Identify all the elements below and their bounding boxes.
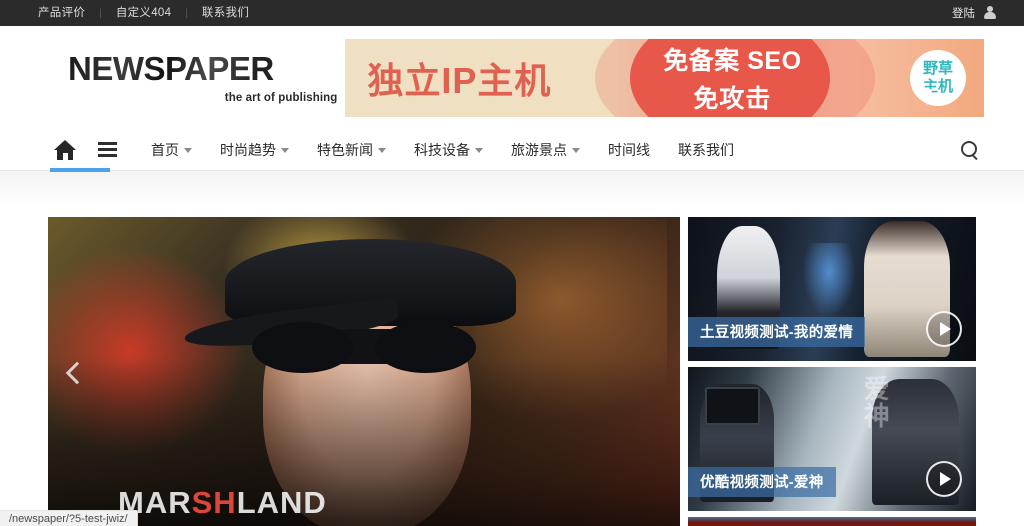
logo-tagline: the art of publishing [224,91,338,104]
play-icon[interactable] [926,461,962,497]
nav-label: 联系我们 [678,141,734,158]
hero-overlay-title: MARSHLAND [118,485,327,521]
banner-center-line2: 免攻击 [693,84,772,113]
browser-page: 产品评价 | 自定义404 | 联系我们 登陆 NEWSPAPER the ar… [0,0,1024,526]
hamburger-icon[interactable] [90,142,137,157]
card-title: 优酷视频测试-爱神 [688,467,836,497]
search-icon [961,141,978,158]
nav-label: 时间线 [608,141,650,158]
nav-item-featured-news[interactable]: 特色新闻 [303,129,400,171]
advertisement-banner[interactable]: 独立IP主机 免备案 SEO 免攻击 野草 主机 [345,38,984,117]
nav-item-home-page[interactable]: 首页 [137,129,206,171]
banner-center-line1: 免备案 SEO [663,46,802,75]
topbar-login-area[interactable]: 登陆 [952,5,996,21]
chevron-down-icon [378,147,386,153]
home-icon [54,139,76,160]
list-item[interactable]: 土豆视频测试-我的爱情 [688,217,976,361]
header-spacer [0,171,1024,217]
banner-brand-line1: 野草 [922,60,953,78]
chevron-down-icon [184,147,192,153]
list-item[interactable]: 爱神 优酷视频测试-爱神 [688,367,976,511]
topbar-link-custom-404[interactable]: 自定义404 [102,0,186,26]
main-navigation: 首页 时尚趋势 特色新闻 科技设备 旅游景点 时间线 联系我们 [0,129,1024,172]
logo-wordmark: NEWSPAPER [68,52,339,85]
topbar-links: 产品评价 | 自定义404 | 联系我们 [38,0,263,26]
nav-label: 特色新闻 [317,141,373,158]
topbar-link-product-review[interactable]: 产品评价 [38,0,99,26]
user-icon [983,6,996,20]
list-item[interactable] [688,517,976,526]
topbar-link-contact-us[interactable]: 联系我们 [188,0,263,26]
nav-item-fashion-trends[interactable]: 时尚趋势 [206,129,303,171]
login-label: 登陆 [952,8,975,20]
hero-image [48,217,680,526]
chevron-down-icon [475,147,483,153]
top-utility-bar: 产品评价 | 自定义404 | 联系我们 登陆 [0,0,1024,26]
nav-item-timeline[interactable]: 时间线 [594,129,664,171]
hero-title-part2: SH [191,485,237,520]
hero-title-part3: LAND [236,485,327,520]
nav-label: 科技设备 [414,141,470,158]
banner-brand-line2: 主机 [922,77,953,95]
active-indicator [50,167,110,172]
hero-carousel-slide[interactable]: MARSHLAND [48,217,680,526]
site-logo[interactable]: NEWSPAPER the art of publishing [40,52,339,104]
chevron-left-icon[interactable] [66,356,88,390]
nav-item-tech-devices[interactable]: 科技设备 [400,129,497,171]
banner-brand-bubble: 野草 主机 [910,49,966,106]
banner-left-text: 独立IP主机 [367,59,552,101]
browser-status-bar: /newspaper/?5-test-jwiz/ [0,510,138,526]
nav-item-contact-us[interactable]: 联系我们 [664,129,748,171]
card-title: 土豆视频测试-我的爱情 [688,317,866,347]
play-icon[interactable] [926,311,962,347]
chevron-down-icon [572,147,580,153]
chevron-down-icon [281,147,289,153]
nav-label: 旅游景点 [511,141,567,158]
status-url: /newspaper/?5-test-jwiz/ [9,512,128,525]
nav-label: 时尚趋势 [220,141,276,158]
nav-item-travel-spots[interactable]: 旅游景点 [497,129,594,171]
content-area: MARSHLAND 土豆视频测试-我的爱情 爱神 优酷视频测试-爱神 [0,217,1024,526]
sidebar-video-list: 土豆视频测试-我的爱情 爱神 优酷视频测试-爱神 [688,217,976,526]
nav-item-home[interactable] [50,129,110,172]
masthead: NEWSPAPER the art of publishing 独立IP主机 免… [0,26,1024,129]
search-button[interactable] [961,141,984,158]
nav-label: 首页 [151,141,179,158]
banner-center-text: 免备案 SEO 免攻击 [637,41,827,115]
